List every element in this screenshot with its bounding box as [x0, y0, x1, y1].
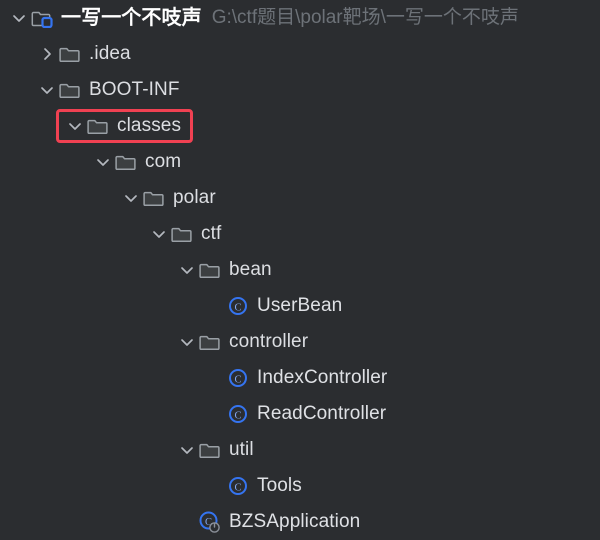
java-class-runnable-icon: C [198, 511, 222, 533]
svg-text:C: C [234, 482, 241, 493]
toggle-placeholder [204, 475, 226, 497]
tree-node-label: Tools [257, 475, 302, 496]
tree-node-label: bean [229, 259, 272, 280]
chevron-down-icon[interactable] [8, 7, 30, 29]
tree-node-label: BZSApplication [229, 511, 361, 532]
tree-row[interactable]: util [0, 432, 600, 468]
svg-text:C: C [234, 302, 241, 313]
folder-icon [114, 151, 138, 173]
project-root-path: G:\ctf题目\polar靶场\一写一个不吱声 [211, 7, 519, 28]
chevron-down-icon[interactable] [36, 79, 58, 101]
tree-row[interactable]: C Tools [0, 468, 600, 504]
folder-icon [86, 115, 110, 137]
folder-icon [198, 439, 222, 461]
tree-node-label: classes [117, 115, 182, 136]
tree-row[interactable]: C BZSApplication [0, 504, 600, 540]
tree-node-label: BOOT-INF [89, 79, 180, 100]
tree-row-project-root[interactable]: 一写一个不吱声 G:\ctf题目\polar靶场\一写一个不吱声 [0, 0, 600, 36]
folder-icon [58, 43, 82, 65]
tree-node-label: controller [229, 331, 309, 352]
chevron-down-icon[interactable] [176, 259, 198, 281]
folder-icon [170, 223, 194, 245]
toggle-placeholder [204, 367, 226, 389]
java-class-icon: C [226, 475, 250, 497]
folder-icon [142, 187, 166, 209]
chevron-right-icon[interactable] [36, 43, 58, 65]
folder-icon [198, 259, 222, 281]
chevron-down-icon[interactable] [176, 331, 198, 353]
project-module-icon [30, 7, 54, 29]
tree-row[interactable]: C UserBean [0, 288, 600, 324]
tree-node-label: IndexController [257, 367, 388, 388]
tree-row[interactable]: .idea [0, 36, 600, 72]
tree-row[interactable]: bean [0, 252, 600, 288]
tree-node-label: .idea [89, 43, 131, 64]
svg-text:C: C [234, 410, 241, 421]
folder-icon [198, 331, 222, 353]
tree-row[interactable]: C ReadController [0, 396, 600, 432]
tree-node-label: com [145, 151, 182, 172]
project-root-label: 一写一个不吱声 [61, 7, 202, 29]
tree-node-label: ctf [201, 223, 222, 244]
tree-node-label: ReadController [257, 403, 387, 424]
tree-row[interactable]: polar [0, 180, 600, 216]
tree-node-label: UserBean [257, 295, 343, 316]
project-tree-panel: 一写一个不吱声 G:\ctf题目\polar靶场\一写一个不吱声 .idea BO… [0, 0, 600, 533]
toggle-placeholder [176, 511, 198, 533]
tree-row[interactable]: classes [0, 108, 600, 144]
tree-node-label: util [229, 439, 254, 460]
chevron-down-icon[interactable] [148, 223, 170, 245]
tree-row[interactable]: C IndexController [0, 360, 600, 396]
java-class-icon: C [226, 403, 250, 425]
chevron-down-icon[interactable] [92, 151, 114, 173]
toggle-placeholder [204, 295, 226, 317]
chevron-down-icon[interactable] [176, 439, 198, 461]
tree-row[interactable]: controller [0, 324, 600, 360]
folder-icon [58, 79, 82, 101]
java-class-icon: C [226, 295, 250, 317]
chevron-down-icon[interactable] [64, 115, 86, 137]
java-class-icon: C [226, 367, 250, 389]
svg-text:C: C [234, 374, 241, 385]
chevron-down-icon[interactable] [120, 187, 142, 209]
tree-node-label: polar [173, 187, 216, 208]
tree-row[interactable]: BOOT-INF [0, 72, 600, 108]
tree-row[interactable]: ctf [0, 216, 600, 252]
toggle-placeholder [204, 403, 226, 425]
tree-rows-container: .idea BOOT-INF classes com polar ctf bean C User… [0, 36, 600, 540]
tree-row[interactable]: com [0, 144, 600, 180]
